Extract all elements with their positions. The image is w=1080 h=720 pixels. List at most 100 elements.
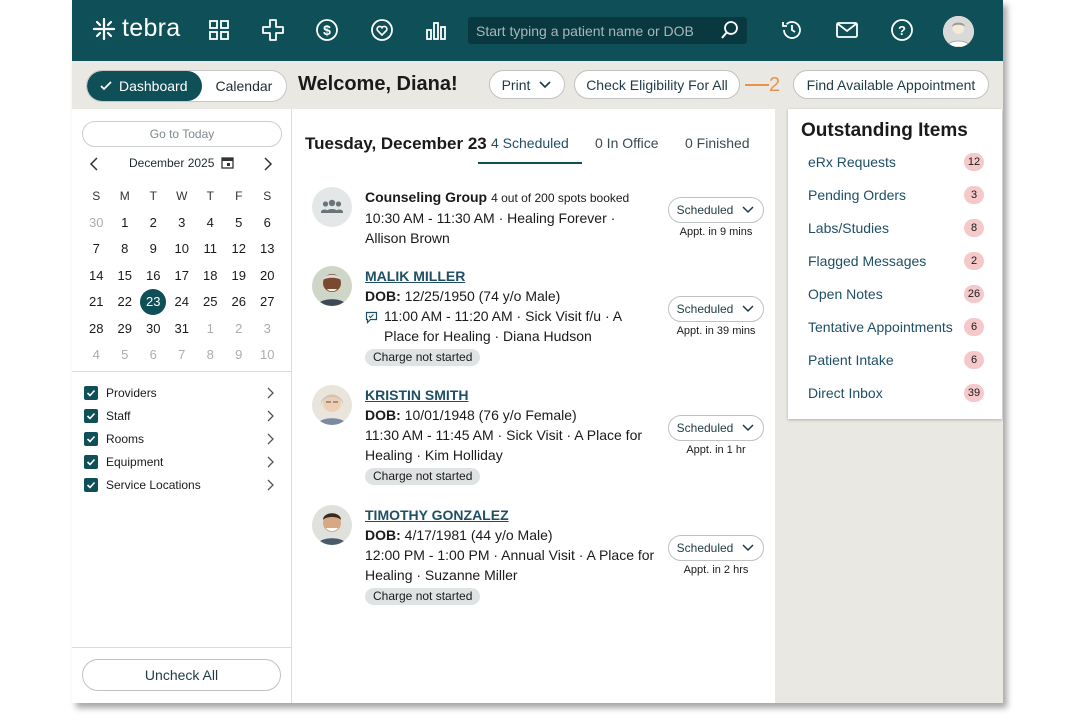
tab-scheduled[interactable]: 4 Scheduled [491,135,569,151]
calendar-day[interactable]: 7 [82,236,111,263]
filter-equipment[interactable]: Equipment [84,452,274,472]
user-avatar[interactable] [943,16,974,47]
mail-icon[interactable] [833,16,861,44]
history-icon[interactable] [778,16,806,44]
calendar-day[interactable]: 13 [253,236,282,263]
search-icon[interactable] [719,19,741,46]
filter-staff[interactable]: Staff [84,406,274,426]
uncheck-all-button[interactable]: Uncheck All [82,659,281,691]
calendar-day[interactable]: 6 [253,210,282,237]
calendar-day[interactable]: 25 [196,289,225,316]
tab-finished[interactable]: 0 Finished [685,135,750,151]
calendar-day[interactable]: 10 [253,342,282,369]
calendar-day[interactable]: 5 [225,210,254,237]
calendar-day[interactable]: 3 [253,316,282,343]
calendar-day[interactable]: 31 [168,316,197,343]
calendar-day[interactable]: 15 [111,263,140,290]
chevron-right-icon[interactable] [266,387,274,399]
outstanding-item-open-notes[interactable]: Open Notes 26 [808,283,984,305]
calendar-day[interactable]: 19 [225,263,254,290]
calendar-day[interactable]: 21 [82,289,111,316]
check-eligibility-button[interactable]: Check Eligibility For All [574,70,740,99]
calendar-day[interactable]: 14 [82,263,111,290]
dashboard-tab[interactable]: Dashboard [87,71,202,101]
chevron-down-icon [742,424,754,432]
chevron-left-icon[interactable] [89,157,99,176]
dollar-icon[interactable]: $ [313,16,341,44]
status-dropdown[interactable]: Scheduled [668,197,764,223]
status-dropdown[interactable]: Scheduled [668,535,764,561]
calendar-day[interactable]: 26 [225,289,254,316]
calendar-tab[interactable]: Calendar [202,71,287,101]
calendar-day[interactable]: 29 [111,316,140,343]
calendar-day[interactable]: 1 [111,210,140,237]
calendar-day[interactable]: 18 [196,263,225,290]
help-icon[interactable]: ? [888,16,916,44]
outstanding-item-direct-inbox[interactable]: Direct Inbox 39 [808,382,984,404]
filter-providers[interactable]: Providers [84,383,274,403]
calendar-day[interactable]: 30 [82,210,111,237]
chevron-right-icon[interactable] [266,479,274,491]
calendar-day[interactable]: 16 [139,263,168,290]
message-icon[interactable] [365,309,378,346]
tebra-logo[interactable]: tebra [92,14,180,43]
calendar-picker-icon[interactable] [221,156,234,174]
find-available-appointment-button[interactable]: Find Available Appointment [793,70,989,99]
calendar-day[interactable]: 5 [111,342,140,369]
calendar-day[interactable]: 10 [168,236,197,263]
calendar-day[interactable]: 2 [225,316,254,343]
outstanding-item-flagged-messages[interactable]: Flagged Messages 2 [808,250,984,272]
calendar-day[interactable]: 28 [82,316,111,343]
outstanding-item-tentative-appointments[interactable]: Tentative Appointments 6 [808,316,984,338]
checkbox-checked-icon[interactable] [84,432,98,446]
calendar-day[interactable]: 8 [111,236,140,263]
patient-name-link[interactable]: KRISTIN SMITH [365,385,655,405]
calendar-day[interactable]: 7 [168,342,197,369]
calendar-day[interactable]: 3 [168,210,197,237]
print-button[interactable]: Print [489,70,565,99]
filter-rooms[interactable]: Rooms [84,429,274,449]
calendar-day-selected[interactable]: 23 [139,289,168,316]
patient-search-input[interactable] [474,20,718,42]
calendar-day[interactable]: 2 [139,210,168,237]
checkbox-checked-icon[interactable] [84,386,98,400]
calendar-day[interactable]: 20 [253,263,282,290]
calendar-day[interactable]: 4 [196,210,225,237]
calendar-day[interactable]: 4 [82,342,111,369]
go-to-today-button[interactable]: Go to Today [82,121,282,147]
calendar-day[interactable]: 17 [168,263,197,290]
patient-name-link[interactable]: TIMOTHY GONZALEZ [365,505,655,525]
calendar-day[interactable]: 22 [111,289,140,316]
calendar-day[interactable]: 8 [196,342,225,369]
outstanding-item-pending-orders[interactable]: Pending Orders 3 [808,184,984,206]
calendar-day[interactable]: 11 [196,236,225,263]
filter-service-locations[interactable]: Service Locations [84,475,274,495]
calendar-day[interactable]: 27 [253,289,282,316]
heart-shield-icon[interactable] [368,16,396,44]
calendar-day[interactable]: 9 [225,342,254,369]
chevron-right-icon[interactable] [266,433,274,445]
tab-in-office[interactable]: 0 In Office [595,135,659,151]
chevron-right-icon[interactable] [263,157,273,176]
apps-grid-icon[interactable] [205,16,233,44]
status-dropdown[interactable]: Scheduled [668,415,764,441]
calendar-day[interactable]: 9 [139,236,168,263]
outstanding-item-erx-requests[interactable]: eRx Requests 12 [808,151,984,173]
patient-name-link[interactable]: MALIK MILLER [365,266,655,286]
calendar-day[interactable]: 6 [139,342,168,369]
plus-cross-icon[interactable] [259,16,287,44]
checkbox-checked-icon[interactable] [84,409,98,423]
outstanding-item-labs-studies[interactable]: Labs/Studies 8 [808,217,984,239]
calendar-day[interactable]: 12 [225,236,254,263]
checkbox-checked-icon[interactable] [84,455,98,469]
outstanding-item-patient-intake[interactable]: Patient Intake 6 [808,349,984,371]
calendar-day[interactable]: 1 [196,316,225,343]
calendar-day[interactable]: 24 [168,289,197,316]
chevron-right-icon[interactable] [266,410,274,422]
chevron-right-icon[interactable] [266,456,274,468]
calendar-day[interactable]: 30 [139,316,168,343]
bar-chart-icon[interactable] [422,16,450,44]
group-name[interactable]: Counseling Group [365,189,487,205]
status-dropdown[interactable]: Scheduled [668,296,764,322]
checkbox-checked-icon[interactable] [84,478,98,492]
